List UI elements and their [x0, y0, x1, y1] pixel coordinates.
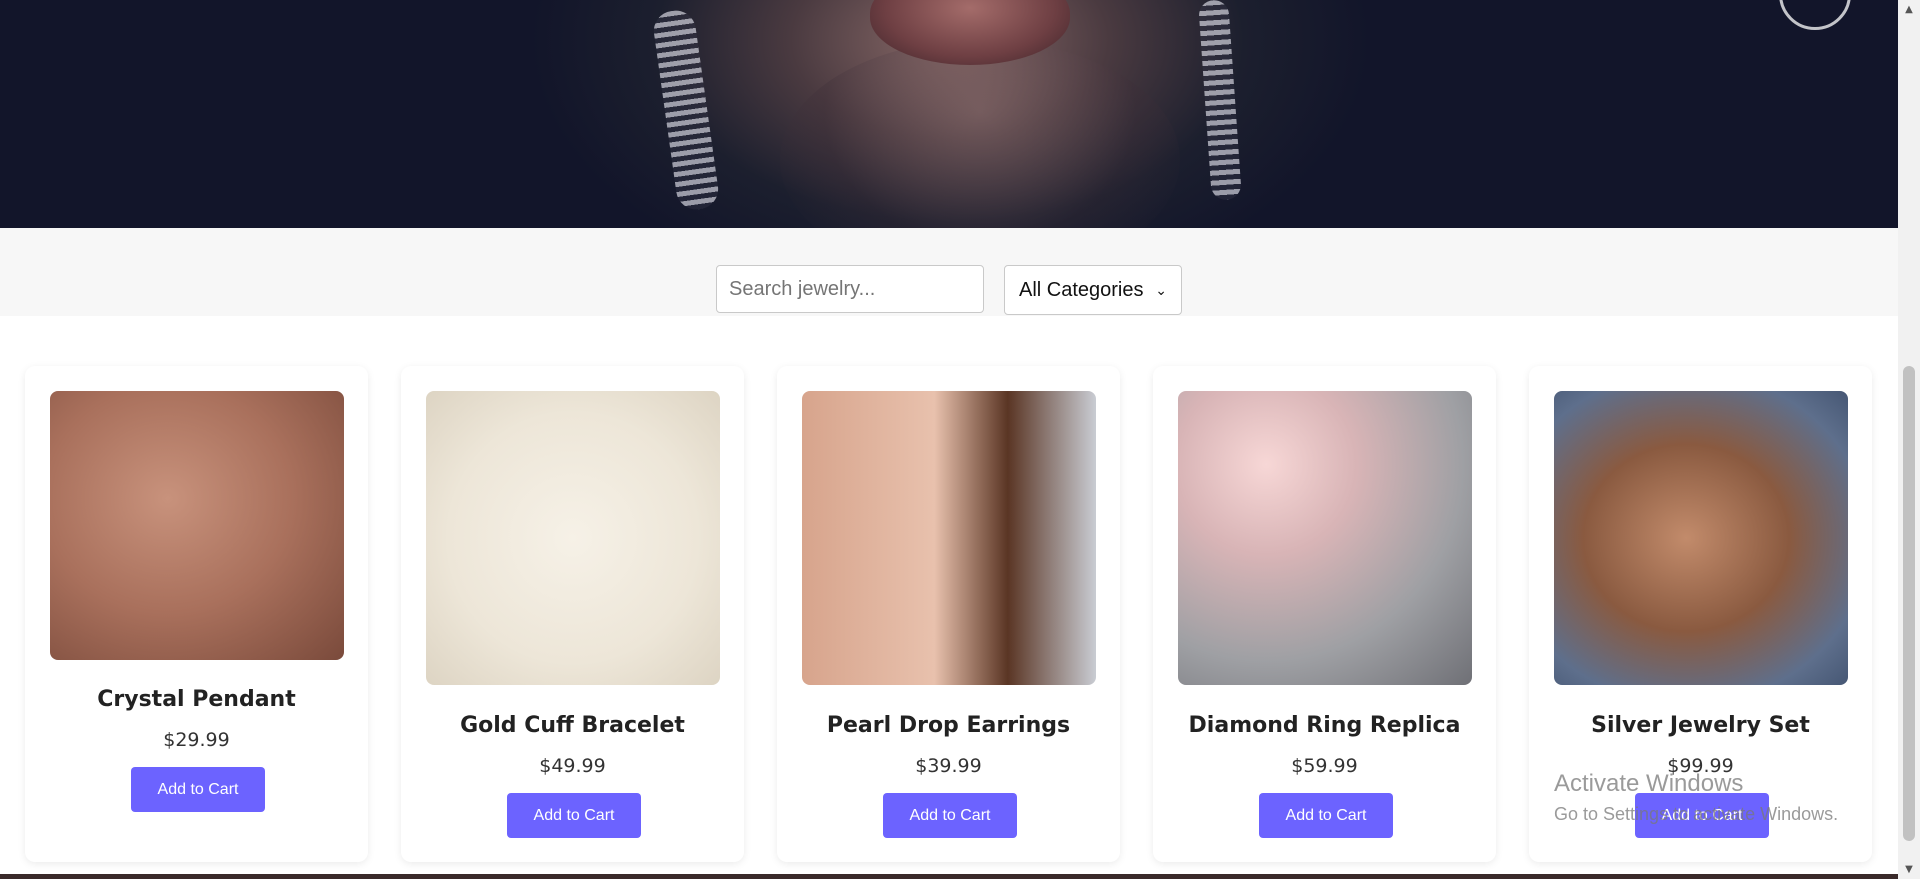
product-name: Diamond Ring Replica [1188, 713, 1461, 738]
product-name: Gold Cuff Bracelet [460, 713, 685, 738]
hero-circle-button[interactable] [1779, 0, 1851, 30]
scrollbar-thumb[interactable] [1903, 366, 1915, 841]
watermark-title: Activate Windows [1554, 770, 1744, 797]
scroll-up-icon[interactable]: ▲ [1898, 4, 1920, 15]
product-image[interactable] [50, 391, 344, 660]
activate-windows-watermark: Activate Windows Go to Settings to activ… [1554, 770, 1838, 825]
hero-face [780, 40, 1180, 228]
product-image[interactable] [1554, 391, 1848, 685]
add-to-cart-button[interactable]: Add to Cart [131, 767, 265, 812]
search-input[interactable] [716, 265, 984, 313]
product-card: Diamond Ring Replica $59.99 Add to Cart [1153, 366, 1496, 862]
hero-earring-left [651, 8, 721, 212]
hero-earring-right [1198, 0, 1242, 201]
category-select-value: All Categories [1019, 278, 1144, 301]
chevron-down-icon: ⌄ [1155, 281, 1167, 298]
add-to-cart-button[interactable]: Add to Cart [507, 793, 641, 838]
bottom-strip [0, 874, 1898, 879]
product-image[interactable] [1178, 391, 1472, 685]
product-image[interactable] [802, 391, 1096, 685]
product-price: $29.99 [163, 729, 230, 751]
hero-banner [0, 0, 1898, 228]
category-select[interactable]: All Categories ⌄ [1004, 265, 1182, 315]
product-price: $39.99 [915, 755, 982, 777]
watermark-subtitle: Go to Settings to activate Windows. [1554, 804, 1839, 824]
product-price: $49.99 [539, 755, 606, 777]
product-card: Pearl Drop Earrings $39.99 Add to Cart [777, 366, 1120, 862]
product-name: Pearl Drop Earrings [826, 713, 1071, 738]
product-price: $59.99 [1291, 755, 1358, 777]
product-name: Crystal Pendant [97, 687, 296, 712]
vertical-scrollbar[interactable]: ▲ ▼ [1898, 0, 1920, 879]
product-image[interactable] [426, 391, 720, 685]
product-card: Crystal Pendant $29.99 Add to Cart [25, 366, 368, 862]
product-card: Gold Cuff Bracelet $49.99 Add to Cart [401, 366, 744, 862]
scroll-down-icon[interactable]: ▼ [1898, 864, 1920, 875]
product-name: Silver Jewelry Set [1591, 713, 1810, 738]
add-to-cart-button[interactable]: Add to Cart [1259, 793, 1393, 838]
add-to-cart-button[interactable]: Add to Cart [883, 793, 1017, 838]
